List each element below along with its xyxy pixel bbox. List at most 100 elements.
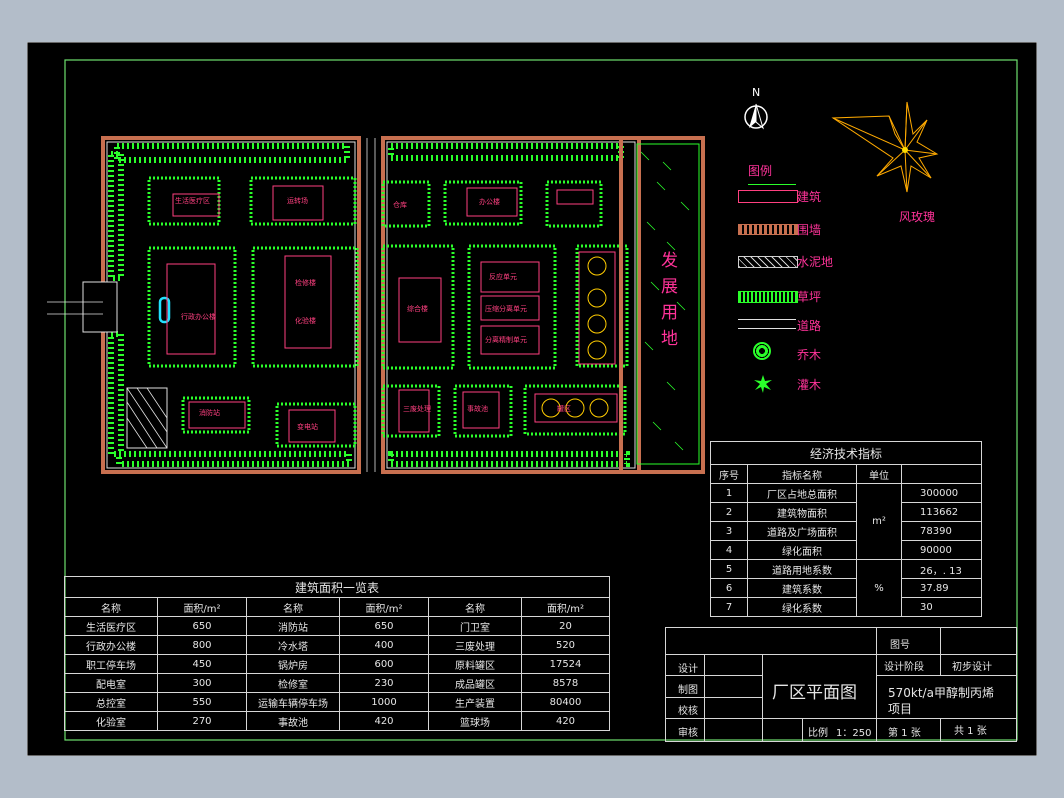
cad-drawing-canvas[interactable]: N 风玫瑰 发 展 用 地 生活医疗区 运转场 办公楼 仓库 行政办公楼 检修楼… — [27, 42, 1037, 756]
table-cell: 行政办公楼 — [64, 635, 158, 655]
legend-item-label: 乔木 — [797, 348, 822, 362]
building-label: 压缩分离单元 — [485, 305, 527, 313]
table-cell: 1000 — [339, 692, 429, 712]
table-header: 序号 — [710, 464, 748, 484]
area-table-title: 建筑面积一览表 — [64, 576, 610, 598]
table-cell: 三废处理 — [428, 635, 522, 655]
table-cell: 230 — [339, 673, 429, 693]
sheet-number: 第 1 张 — [888, 728, 921, 739]
building-label: 检修楼 — [295, 279, 316, 287]
table-cell: 7 — [710, 597, 748, 617]
table-cell: 650 — [157, 616, 247, 636]
wind-rose-label: 风玫瑰 — [899, 210, 936, 224]
table-cell: 绿化面积 — [747, 540, 857, 560]
building-label: 三废处理 — [403, 405, 431, 413]
wall-swatch-icon — [738, 224, 798, 235]
project-name-line1: 570kt/a甲醇制丙烯 — [888, 686, 994, 700]
table-row: 3 道路及广场面积 78390 — [710, 521, 982, 541]
table-cell: 厂区占地总面积 — [747, 483, 857, 503]
table-cell: 520 — [521, 635, 610, 655]
tree-icon — [753, 342, 771, 360]
building-label: 生活医疗区 — [175, 197, 210, 205]
drawing-title: 厂区平面图 — [772, 683, 857, 703]
table-cell: 550 — [157, 692, 247, 712]
table-cell: 生产装置 — [428, 692, 522, 712]
table-row: 化验室 270 事故池 420 篮球场 420 — [64, 711, 610, 731]
scale-label: 比例 — [808, 728, 828, 739]
building-label: 办公楼 — [479, 198, 500, 206]
project-name-line2: 项目 — [888, 702, 913, 716]
building-swatch-icon — [738, 190, 798, 203]
table-cell: 门卫室 — [428, 616, 522, 636]
table-cell: 事故池 — [246, 711, 340, 731]
building-label: 运转场 — [287, 197, 308, 205]
unit-cell: % — [856, 559, 902, 617]
building-label: 化验楼 — [295, 317, 316, 325]
table-cell: 420 — [521, 711, 610, 731]
table-cell: 30 — [901, 597, 982, 617]
sheet-total: 共 1 张 — [954, 726, 987, 737]
legend-item-label: 水泥地 — [797, 255, 834, 269]
table-row: 4 绿化面积 90000 — [710, 540, 982, 560]
table-cell: 78390 — [901, 521, 982, 541]
table-cell: 消防站 — [246, 616, 340, 636]
design-label: 设计 — [678, 664, 698, 675]
table-cell: 600 — [339, 654, 429, 674]
table-cell: 锅炉房 — [246, 654, 340, 674]
development-area-label: 发 展 用 地 — [661, 251, 678, 349]
table-cell: 90000 — [901, 540, 982, 560]
table-cell: 113662 — [901, 502, 982, 522]
table-row: 2 建筑物面积 113662 — [710, 502, 982, 522]
table-cell: 配电室 — [64, 673, 158, 693]
building-label: 变电站 — [297, 423, 318, 431]
check-label: 校核 — [678, 706, 698, 717]
building-label: 仓库 — [393, 201, 407, 209]
table-cell: 建筑系数 — [747, 578, 857, 598]
table-row: 行政办公楼 800 冷水塔 400 三废处理 520 — [64, 635, 610, 655]
table-cell: 绿化系数 — [747, 597, 857, 617]
table-cell: 300 — [157, 673, 247, 693]
table-header: 名称 — [428, 597, 522, 617]
table-cell: 化验室 — [64, 711, 158, 731]
legend-item-label: 围墙 — [797, 223, 822, 237]
table-cell: 检修室 — [246, 673, 340, 693]
table-header: 面积/m² — [157, 597, 247, 617]
table-row: 总控室 550 运输车辆停车场 1000 生产装置 80400 — [64, 692, 610, 712]
table-cell: 3 — [710, 521, 748, 541]
table-cell: 800 — [157, 635, 247, 655]
table-cell: 300000 — [901, 483, 982, 503]
table-cell: 20 — [521, 616, 610, 636]
table-cell: 17524 — [521, 654, 610, 674]
building-label: 分离精制单元 — [485, 336, 527, 344]
unit-cell: m² — [856, 483, 902, 560]
table-cell: 篮球场 — [428, 711, 522, 731]
drawing-no-label: 图号 — [890, 640, 910, 651]
legend-item-label: 道路 — [797, 319, 822, 333]
title-block: 图号 设计 设计阶段 初步设计 制图 校核 审核 厂区平面图 570kt/a甲醇… — [665, 627, 1017, 742]
table-cell: 道路用地系数 — [747, 559, 857, 579]
table-cell: 职工停车场 — [64, 654, 158, 674]
table-cell: 建筑物面积 — [747, 502, 857, 522]
table-header: 名称 — [64, 597, 158, 617]
table-cell: 道路及广场面积 — [747, 521, 857, 541]
table-header: 面积/m² — [521, 597, 610, 617]
legend-item-label: 灌木 — [797, 378, 822, 392]
table-cell: 6 — [710, 578, 748, 598]
table-header: 指标名称 — [747, 464, 857, 484]
table-header — [901, 464, 982, 484]
table-cell: 成品罐区 — [428, 673, 522, 693]
table-header: 单位 — [856, 464, 902, 484]
table-cell: 650 — [339, 616, 429, 636]
building-area-table: 建筑面积一览表 名称 面积/m² 名称 面积/m² 名称 面积/m² 生活医疗区… — [64, 576, 610, 731]
review-label: 审核 — [678, 728, 698, 739]
building-label: 反应单元 — [489, 273, 517, 281]
road-swatch-icon — [738, 319, 796, 329]
table-cell: 原料罐区 — [428, 654, 522, 674]
shrub-icon — [753, 374, 773, 394]
legend-item-label: 草坪 — [797, 290, 822, 304]
legend-title: 图例 — [748, 164, 773, 178]
building-label: 事故池 — [467, 405, 488, 413]
stage-label: 设计阶段 — [884, 662, 924, 673]
building-label: 消防站 — [199, 409, 220, 417]
table-header: 名称 — [246, 597, 340, 617]
